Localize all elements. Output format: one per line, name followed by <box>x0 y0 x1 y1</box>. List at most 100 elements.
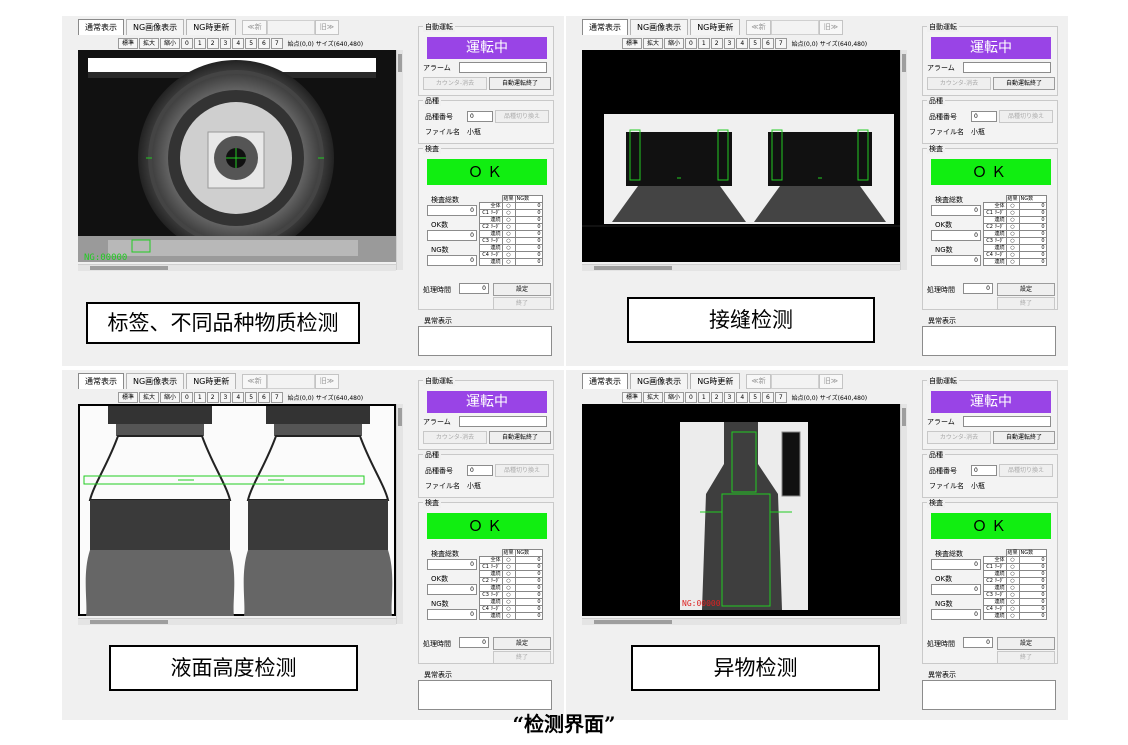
auto-run-end-button[interactable]: 自動運転終了 <box>489 431 551 444</box>
camera-5-button[interactable]: 5 <box>245 38 258 49</box>
tab-ng-image-view[interactable]: NG画像表示 <box>630 373 689 389</box>
tab-ng-update[interactable]: NG時更新 <box>186 373 237 389</box>
camera-6-button[interactable]: 6 <box>258 392 270 403</box>
zoom-standard-button[interactable]: 標準 <box>622 38 643 49</box>
zoom-out-button[interactable]: 縮小 <box>160 392 181 403</box>
camera-1-button[interactable]: 1 <box>697 392 710 403</box>
camera-5-button[interactable]: 5 <box>749 392 762 403</box>
settings-button[interactable]: 設定 <box>493 637 551 650</box>
camera-0-button[interactable]: 0 <box>685 392 697 403</box>
image-index-field[interactable] <box>770 20 819 35</box>
older-button[interactable]: 旧≫ <box>818 374 844 389</box>
camera-5-button[interactable]: 5 <box>749 38 762 49</box>
tab-ng-image-view[interactable]: NG画像表示 <box>126 19 185 35</box>
camera-2-button[interactable]: 2 <box>710 392 723 403</box>
camera-0-button[interactable]: 0 <box>685 38 697 49</box>
zoom-in-button[interactable]: 拡大 <box>643 38 664 49</box>
camera-7-button[interactable]: 7 <box>774 38 787 49</box>
end-button[interactable]: 終了 <box>997 651 1055 664</box>
vertical-scrollbar[interactable] <box>396 50 403 270</box>
end-button[interactable]: 終了 <box>493 651 551 664</box>
tab-ng-image-view[interactable]: NG画像表示 <box>630 19 689 35</box>
newer-button[interactable]: ≪新 <box>746 20 771 35</box>
camera-image-view[interactable] <box>582 50 900 262</box>
tab-normal-view[interactable]: 通常表示 <box>78 373 124 389</box>
product-switch-button[interactable]: 品種切り換え <box>999 464 1053 477</box>
counter-clear-button[interactable]: カウンタ-消去 <box>423 77 487 90</box>
newer-button[interactable]: ≪新 <box>242 374 267 389</box>
zoom-standard-button[interactable]: 標準 <box>118 38 139 49</box>
image-index-field[interactable] <box>266 374 315 389</box>
camera-4-button[interactable]: 4 <box>232 38 245 49</box>
camera-0-button[interactable]: 0 <box>181 38 193 49</box>
camera-image-view[interactable] <box>78 404 396 616</box>
zoom-out-button[interactable]: 縮小 <box>160 38 181 49</box>
zoom-standard-button[interactable]: 標準 <box>622 392 643 403</box>
vertical-scrollbar[interactable] <box>900 50 907 270</box>
camera-6-button[interactable]: 6 <box>762 38 774 49</box>
camera-2-button[interactable]: 2 <box>206 38 219 49</box>
camera-3-button[interactable]: 3 <box>219 392 232 403</box>
camera-image-view[interactable]: NG:00000 <box>78 50 396 262</box>
horizontal-scrollbar[interactable] <box>78 264 396 271</box>
zoom-in-button[interactable]: 拡大 <box>139 38 160 49</box>
vertical-scrollbar[interactable] <box>900 404 907 624</box>
zoom-in-button[interactable]: 拡大 <box>139 392 160 403</box>
counter-clear-button[interactable]: カウンタ-消去 <box>423 431 487 444</box>
camera-6-button[interactable]: 6 <box>258 38 270 49</box>
end-button[interactable]: 終了 <box>997 297 1055 310</box>
camera-3-button[interactable]: 3 <box>219 38 232 49</box>
end-button[interactable]: 終了 <box>493 297 551 310</box>
newer-button[interactable]: ≪新 <box>746 374 771 389</box>
older-button[interactable]: 旧≫ <box>314 20 340 35</box>
camera-4-button[interactable]: 4 <box>736 38 749 49</box>
camera-image-view[interactable]: NG:00000 <box>582 404 900 616</box>
horizontal-scrollbar[interactable] <box>582 264 900 271</box>
tab-normal-view[interactable]: 通常表示 <box>78 19 124 35</box>
image-index-field[interactable] <box>266 20 315 35</box>
tab-ng-update[interactable]: NG時更新 <box>186 19 237 35</box>
product-switch-button[interactable]: 品種切り換え <box>495 110 549 123</box>
auto-run-end-button[interactable]: 自動運転終了 <box>489 77 551 90</box>
zoom-standard-button[interactable]: 標準 <box>118 392 139 403</box>
counter-clear-button[interactable]: カウンタ-消去 <box>927 77 991 90</box>
tab-ng-update[interactable]: NG時更新 <box>690 373 741 389</box>
tab-ng-update[interactable]: NG時更新 <box>690 19 741 35</box>
horizontal-scrollbar[interactable] <box>582 618 900 625</box>
auto-run-end-button[interactable]: 自動運転終了 <box>993 77 1055 90</box>
older-button[interactable]: 旧≫ <box>818 20 844 35</box>
zoom-out-button[interactable]: 縮小 <box>664 392 685 403</box>
image-index-field[interactable] <box>770 374 819 389</box>
tab-normal-view[interactable]: 通常表示 <box>582 373 628 389</box>
camera-6-button[interactable]: 6 <box>762 392 774 403</box>
camera-2-button[interactable]: 2 <box>206 392 219 403</box>
camera-4-button[interactable]: 4 <box>232 392 245 403</box>
camera-4-button[interactable]: 4 <box>736 392 749 403</box>
camera-7-button[interactable]: 7 <box>774 392 787 403</box>
camera-2-button[interactable]: 2 <box>710 38 723 49</box>
camera-5-button[interactable]: 5 <box>245 392 258 403</box>
vertical-scrollbar[interactable] <box>396 404 403 624</box>
camera-0-button[interactable]: 0 <box>181 392 193 403</box>
newer-button[interactable]: ≪新 <box>242 20 267 35</box>
camera-3-button[interactable]: 3 <box>723 38 736 49</box>
settings-button[interactable]: 設定 <box>493 283 551 296</box>
zoom-in-button[interactable]: 拡大 <box>643 392 664 403</box>
counter-clear-button[interactable]: カウンタ-消去 <box>927 431 991 444</box>
camera-7-button[interactable]: 7 <box>270 38 283 49</box>
settings-button[interactable]: 設定 <box>997 283 1055 296</box>
product-switch-button[interactable]: 品種切り換え <box>999 110 1053 123</box>
zoom-out-button[interactable]: 縮小 <box>664 38 685 49</box>
camera-1-button[interactable]: 1 <box>193 392 206 403</box>
camera-7-button[interactable]: 7 <box>270 392 283 403</box>
product-switch-button[interactable]: 品種切り換え <box>495 464 549 477</box>
tab-ng-image-view[interactable]: NG画像表示 <box>126 373 185 389</box>
older-button[interactable]: 旧≫ <box>314 374 340 389</box>
auto-run-end-button[interactable]: 自動運転終了 <box>993 431 1055 444</box>
horizontal-scrollbar[interactable] <box>78 618 396 625</box>
tab-normal-view[interactable]: 通常表示 <box>582 19 628 35</box>
camera-1-button[interactable]: 1 <box>697 38 710 49</box>
camera-3-button[interactable]: 3 <box>723 392 736 403</box>
settings-button[interactable]: 設定 <box>997 637 1055 650</box>
camera-1-button[interactable]: 1 <box>193 38 206 49</box>
